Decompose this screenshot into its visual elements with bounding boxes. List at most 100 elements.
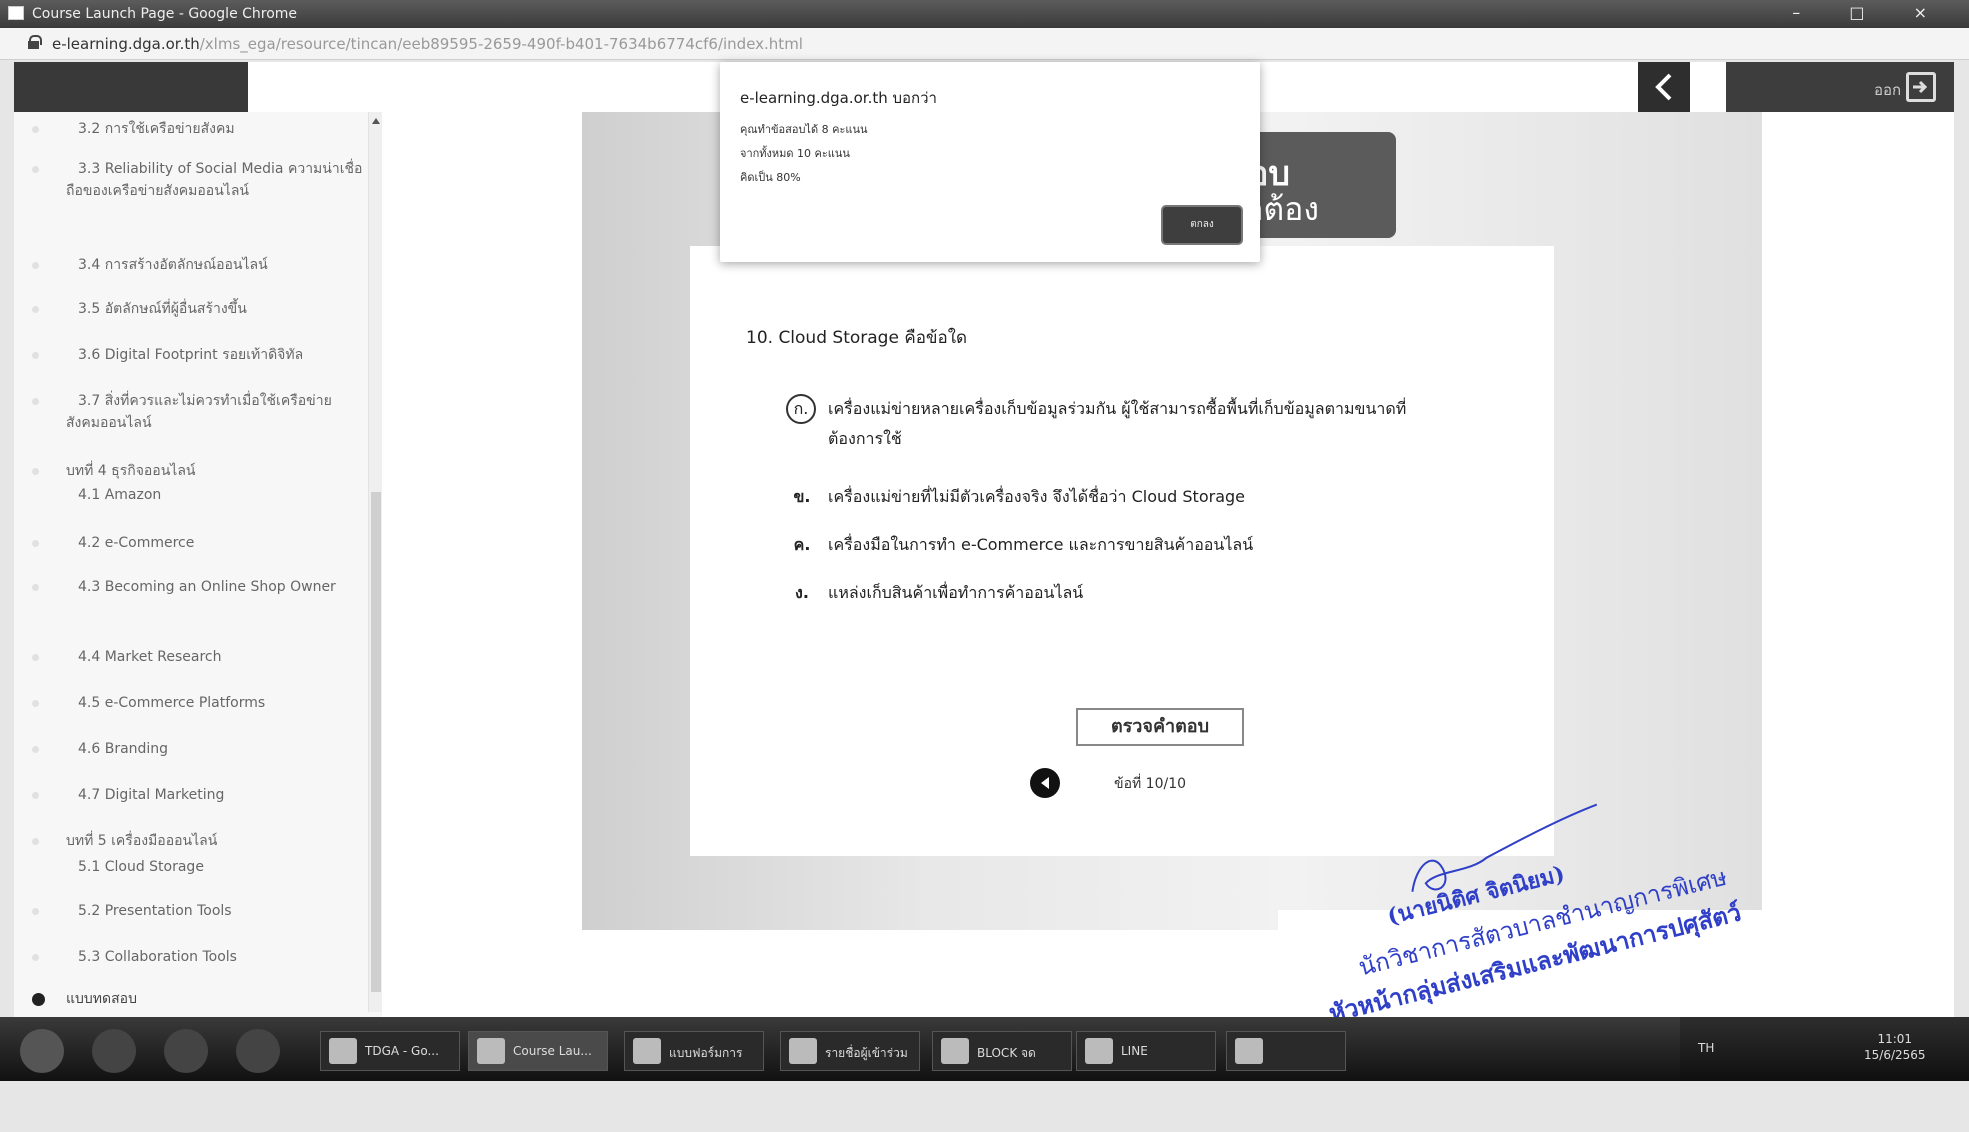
taskbar-app-3[interactable]: แบบฟอร์มการ [624,1031,764,1071]
back-button[interactable] [1638,62,1690,112]
current-bullet-icon [32,993,45,1006]
bullet-icon [32,700,39,707]
header-left-block [14,62,248,112]
sidebar-chapter-5[interactable]: บทที่ 5 เครื่องมือออนไลน์ [14,830,364,852]
os-taskbar: TDGA - Go... Course Lau... แบบฟอร์มการ ร… [0,1017,1969,1081]
lock-icon [28,35,42,49]
sidebar-item-quiz[interactable]: แบบทดสอบ [14,988,364,1010]
taskbar-app-5[interactable]: BLOCK จด [932,1031,1072,1071]
clock-date: 15/6/2565 [1864,1048,1926,1062]
choice-b-text[interactable]: เครื่องแม่ข่ายที่ไม่มีตัวเครื่องจริง จึง… [790,482,1410,512]
line-icon [1085,1038,1113,1064]
language-indicator[interactable]: TH [1698,1041,1714,1055]
dialog-line-score: คุณทำข้อสอบได้ 8 คะแนน [740,123,868,136]
app-icon [477,1038,505,1064]
choice-a-key[interactable]: ก. [786,394,816,424]
app-icon [941,1038,969,1064]
question-counter: ข้อที่ 10/10 [1114,776,1187,792]
sidebar-item-3-6[interactable]: 3.6 Digital Footprint รอยเท้าดิจิทัล [14,344,364,366]
sidebar-chapter-4[interactable]: บทที่ 4 ธุรกิจออนไลน์ [14,460,364,482]
app-icon [633,1038,661,1064]
ie-icon[interactable] [164,1029,208,1073]
bullet-icon [32,126,39,133]
dialog-ok-button[interactable]: ตกลง [1163,207,1241,243]
choice-b-key[interactable]: ข. [790,482,814,512]
sidebar-item-4-7[interactable]: 4.7 Digital Marketing [14,784,364,806]
choice-d-text[interactable]: แหล่งเก็บสินค้าเพื่อทำการค้าออนไลน์ [790,578,1410,608]
bullet-icon [32,352,39,359]
url-text[interactable]: e-learning.dga.or.th/xlms_ega/resource/t… [52,35,803,53]
clock[interactable]: 11:01 15/6/2565 [1864,1031,1926,1063]
file-explorer-icon[interactable] [236,1029,280,1073]
course-sidebar: 3.2 การใช้เครือข่ายสังคม 3.3 Reliability… [14,112,382,1017]
app-icon [329,1038,357,1064]
taskbar-app-user[interactable] [1226,1031,1346,1071]
sidebar-item-4-6[interactable]: 4.6 Branding [14,738,364,760]
sidebar-item-4-2[interactable]: 4.2 e-Commerce [14,532,364,554]
scrollbar-thumb[interactable] [371,492,381,992]
user-icon [1235,1038,1263,1064]
previous-question-button[interactable] [1030,768,1060,798]
page-icon [8,6,24,20]
choice-d[interactable]: ง. แหล่งเก็บสินค้าเพื่อทำการค้าออนไลน์ [790,578,1410,608]
sidebar-item-3-7[interactable]: 3.7 สิ่งที่ควรและไม่ควรทำเมื่อใช้เครือข่… [14,390,364,434]
exit-area: ออก [1726,62,1954,112]
sidebar-item-3-5[interactable]: 3.5 อัตลักษณ์ที่ผู้อื่นสร้างขึ้น [14,298,364,320]
quiz-card: 10. Cloud Storage คือข้อใด ก. เครื่องแม่… [690,246,1554,856]
arrow-left-icon [1041,777,1049,789]
system-tray: TH 11:01 15/6/2565 [1680,1017,1969,1081]
bullet-icon [32,262,39,269]
dialog-line-total: จากทั้งหมด 10 คะแนน [740,147,850,160]
bullet-icon [32,166,39,173]
taskbar-app-6[interactable]: LINE [1076,1031,1216,1071]
dialog-title: e-learning.dga.or.th บอกว่า [740,89,937,107]
app-icon [789,1038,817,1064]
taskbar-app-1[interactable]: TDGA - Go... [320,1031,460,1071]
bullet-icon [32,306,39,313]
bullet-icon [32,584,39,591]
sidebar-scrollbar[interactable] [368,112,382,1012]
window-controls[interactable]: – □ × [1792,3,1949,22]
sidebar-item-3-4[interactable]: 3.4 การสร้างอัตลักษณ์ออนไลน์ [14,254,364,276]
check-answer-button[interactable]: ตรวจคำตอบ [1076,708,1244,746]
bullet-icon [32,540,39,547]
sidebar-item-4-1[interactable]: 4.1 Amazon [14,484,364,506]
bullet-icon [32,792,39,799]
bullet-icon [32,908,39,915]
clock-time: 11:01 [1877,1032,1913,1046]
taskbar-app-2[interactable]: Course Lau... [468,1031,608,1071]
sidebar-item-4-4[interactable]: 4.4 Market Research [14,646,364,668]
choice-a-text[interactable]: เครื่องแม่ข่ายหลายเครื่องเก็บข้อมูลร่วมก… [790,394,1410,454]
sidebar-item-3-3[interactable]: 3.3 Reliability of Social Media ความน่าเ… [14,158,364,202]
chrome-icon[interactable] [92,1029,136,1073]
sidebar-item-5-3[interactable]: 5.3 Collaboration Tools [14,946,364,968]
exit-icon[interactable] [1906,72,1936,102]
exit-label[interactable]: ออก [1874,78,1901,102]
choice-c[interactable]: ค. เครื่องมือในการทำ e-Commerce และการขา… [790,530,1410,560]
sidebar-item-5-2[interactable]: 5.2 Presentation Tools [14,900,364,922]
sidebar-item-4-5[interactable]: 4.5 e-Commerce Platforms [14,692,364,714]
taskbar-app-4[interactable]: รายชื่อผู้เข้าร่วม [780,1031,920,1071]
bullet-icon [32,954,39,961]
bullet-icon [32,654,39,661]
choice-d-key[interactable]: ง. [790,578,814,608]
choice-c-text[interactable]: เครื่องมือในการทำ e-Commerce และการขายสิ… [790,530,1410,560]
choice-b[interactable]: ข. เครื่องแม่ข่ายที่ไม่มีตัวเครื่องจริง … [790,482,1410,512]
window-title: Course Launch Page - Google Chrome [32,6,298,22]
start-button[interactable] [20,1029,64,1073]
bullet-icon [32,398,39,405]
question-text: 10. Cloud Storage คือข้อใด [746,328,968,348]
alert-dialog: e-learning.dga.or.th บอกว่า คุณทำข้อสอบไ… [720,62,1260,262]
address-bar[interactable]: e-learning.dga.or.th/xlms_ega/resource/t… [0,28,1969,60]
dialog-line-percent: คิดเป็น 80% [740,171,801,184]
bullet-icon [32,468,39,475]
scroll-up-icon[interactable] [372,118,380,124]
browser-title-bar: Course Launch Page - Google Chrome – □ × [0,0,1969,28]
bullet-icon [32,838,39,845]
sidebar-item-4-3[interactable]: 4.3 Becoming an Online Shop Owner [14,576,364,598]
sidebar-item-3-2[interactable]: 3.2 การใช้เครือข่ายสังคม [14,118,364,140]
sidebar-item-5-1[interactable]: 5.1 Cloud Storage [14,856,364,878]
choice-a[interactable]: ก. เครื่องแม่ข่ายหลายเครื่องเก็บข้อมูลร่… [786,394,1410,454]
bullet-icon [32,746,39,753]
choice-c-key[interactable]: ค. [790,530,814,560]
